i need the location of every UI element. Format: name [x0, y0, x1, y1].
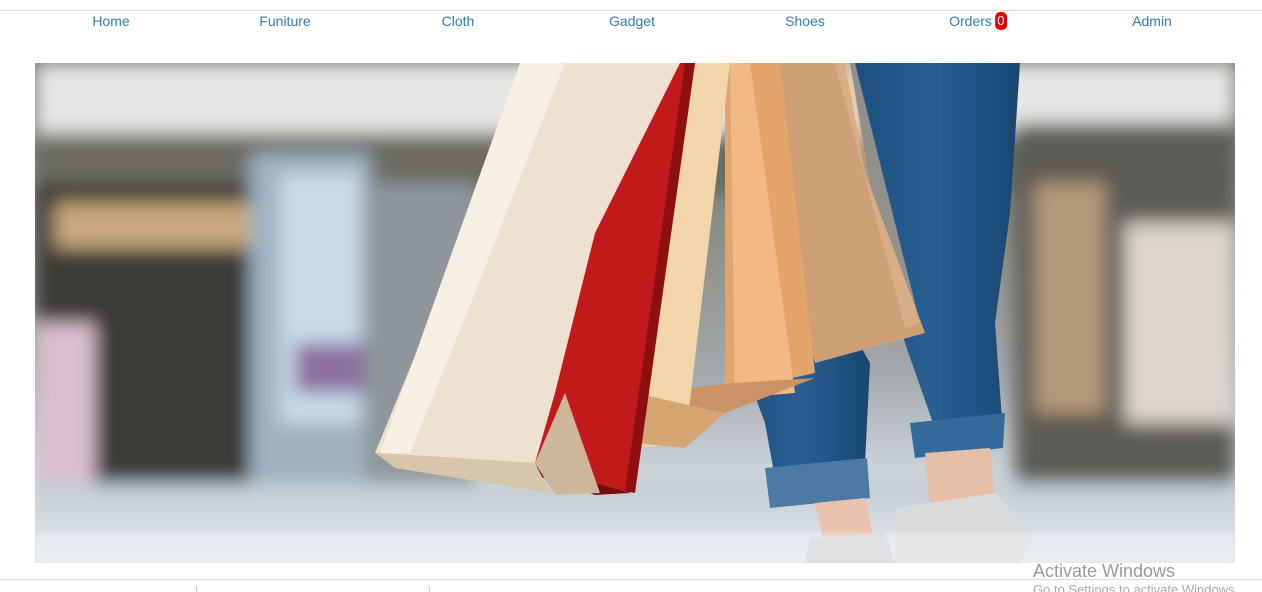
nav-home-link[interactable]: Home — [92, 13, 129, 29]
footer-column-divider — [429, 586, 430, 592]
hero-banner-image — [35, 63, 1235, 563]
footer-column-divider — [196, 586, 197, 592]
activate-windows-subtext: Go to Settings to activate Windows. — [1033, 582, 1239, 592]
nav-cloth-link[interactable]: Cloth — [442, 13, 475, 29]
activate-windows-watermark: Activate Windows — [1033, 561, 1176, 581]
nav-gadget-link[interactable]: Gadget — [609, 13, 655, 29]
nav-orders-link[interactable]: Orders 0 — [949, 12, 1007, 31]
nav-shoes-link[interactable]: Shoes — [785, 13, 825, 29]
orders-count-badge: 0 — [994, 12, 1007, 31]
nav-furniture-link[interactable]: Funiture — [259, 13, 310, 29]
nav-admin-link[interactable]: Admin — [1132, 13, 1172, 29]
shopping-bags-illustration — [35, 63, 1235, 563]
nav-orders-label: Orders — [949, 13, 992, 29]
floor-reflection — [35, 533, 1235, 563]
main-navbar: Home Funiture Cloth Gadget Shoes Orders 0… — [0, 11, 1262, 33]
